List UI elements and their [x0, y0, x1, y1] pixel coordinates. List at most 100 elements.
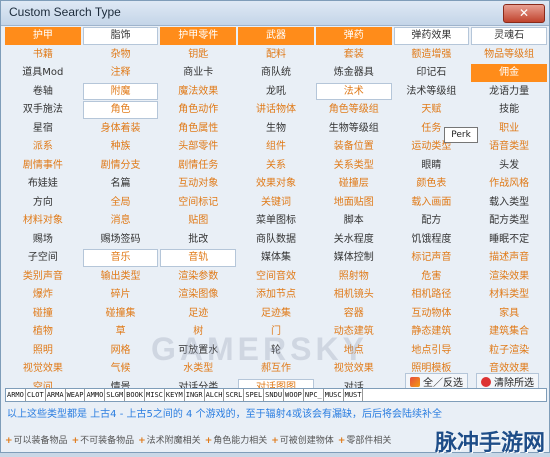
type-cell[interactable]: 标记声音 [394, 249, 470, 267]
type-cell[interactable]: 相机镜头 [316, 286, 392, 304]
type-cell[interactable]: 武器 [238, 27, 314, 45]
type-cell[interactable]: 天赋 [394, 101, 470, 119]
type-cell[interactable]: 生物 [238, 120, 314, 138]
type-cell[interactable]: 角色等级组 [316, 101, 392, 119]
type-abbreviation[interactable]: ARMA [46, 389, 66, 401]
type-cell[interactable]: 贴图 [160, 212, 236, 230]
type-cell[interactable]: 关水程度 [316, 231, 392, 249]
type-cell[interactable]: 脂饰 [82, 27, 159, 45]
type-cell[interactable]: 钥匙 [160, 46, 236, 64]
type-cell[interactable]: 双手施法 [5, 101, 81, 119]
type-cell[interactable]: 龙吼 [238, 83, 314, 101]
type-cell[interactable]: 商队统 [238, 64, 314, 82]
type-cell[interactable]: 载入画面 [394, 194, 470, 212]
type-cell[interactable]: 空间音效 [238, 268, 314, 286]
type-cell[interactable]: 组件 [238, 138, 314, 156]
type-cell[interactable]: 网格 [83, 342, 159, 360]
type-cell[interactable]: 建筑集合 [471, 323, 547, 341]
type-abbreviation[interactable]: SPEL [244, 389, 265, 401]
type-cell[interactable]: 碎片 [83, 286, 159, 304]
type-cell[interactable]: 赐场签码 [83, 231, 159, 249]
type-abbreviation[interactable]: ALCH [205, 389, 225, 401]
type-cell[interactable]: 粒子渲染 [471, 342, 547, 360]
type-cell[interactable]: 额造增强 [394, 46, 470, 64]
type-cell[interactable]: 载入类型 [471, 194, 547, 212]
type-cell[interactable]: 媒体集 [238, 249, 314, 267]
close-button[interactable]: ✕ [503, 4, 545, 23]
type-cell[interactable]: 装备位置 [316, 138, 392, 156]
type-cell[interactable]: 照明 [5, 342, 81, 360]
type-cell[interactable]: 生物等级组 [316, 120, 392, 138]
type-cell[interactable]: 脚本 [316, 212, 392, 230]
type-cell[interactable]: 附魔 [82, 82, 159, 100]
type-cell[interactable]: 商队数据 [238, 231, 314, 249]
type-cell[interactable]: 睡眠不定 [471, 231, 547, 249]
type-cell[interactable]: 渲染图像 [160, 286, 236, 304]
type-cell[interactable]: 容器 [316, 305, 392, 323]
type-cell[interactable]: 互动对象 [160, 175, 236, 193]
type-cell[interactable]: 材料类型 [471, 286, 547, 304]
type-cell[interactable]: 护甲 [5, 27, 81, 45]
type-cell[interactable]: 印记石 [394, 64, 470, 82]
type-cell[interactable]: 添加节点 [238, 286, 314, 304]
type-cell[interactable]: 职业 [471, 120, 547, 138]
type-abbreviation[interactable]: INGR [185, 389, 205, 401]
type-cell[interactable]: 材料对象 [5, 212, 81, 230]
type-cell[interactable]: 龙语力量 [471, 83, 547, 101]
type-cell[interactable]: 派系 [5, 138, 81, 156]
type-abbreviation[interactable]: ARMO [6, 389, 26, 401]
type-cell[interactable]: 物品等级组 [471, 46, 547, 64]
type-cell[interactable]: 输出类型 [83, 268, 159, 286]
type-cell[interactable]: 全局 [83, 194, 159, 212]
type-cell[interactable]: 配方 [394, 212, 470, 230]
type-cell[interactable]: 布娃娃 [5, 175, 81, 193]
type-cell[interactable]: 关系类型 [316, 157, 392, 175]
type-cell[interactable]: 道具Mod [5, 64, 81, 82]
type-abbreviation[interactable]: MUSC [324, 389, 344, 401]
type-cell[interactable]: 爆炸 [5, 286, 81, 304]
type-cell[interactable]: 批改 [160, 231, 236, 249]
type-cell[interactable]: 商业卡 [160, 64, 236, 82]
type-abbreviation[interactable]: MUST [344, 389, 364, 401]
type-cell[interactable]: 饥饿程度 [394, 231, 470, 249]
type-cell[interactable]: 静态建筑 [394, 323, 470, 341]
type-cell[interactable]: 法术 [315, 82, 392, 100]
type-cell[interactable]: 名篇 [83, 175, 159, 193]
type-cell[interactable]: 灵魂石 [471, 27, 547, 45]
type-cell[interactable]: 配方类型 [471, 212, 547, 230]
type-abbreviation[interactable]: WEAP [66, 389, 86, 401]
type-cell[interactable]: 家具 [471, 305, 547, 323]
type-cell[interactable]: 互动物体 [394, 305, 470, 323]
type-abbreviation[interactable]: AMMO [85, 389, 106, 401]
type-cell[interactable]: 颜色表 [394, 175, 470, 193]
type-cell[interactable]: 眼睛 [394, 157, 470, 175]
type-cell[interactable]: 子空间 [5, 249, 81, 267]
type-cell[interactable]: 气候 [83, 360, 159, 378]
type-cell[interactable]: 套装 [316, 46, 392, 64]
type-cell[interactable]: 类别声音 [5, 268, 81, 286]
type-cell[interactable]: 赐场 [5, 231, 81, 249]
type-abbreviation[interactable]: KEYM [165, 389, 185, 401]
type-cell[interactable]: 角色动作 [160, 101, 236, 119]
type-cell[interactable]: 碰撞层 [316, 175, 392, 193]
type-abbreviation[interactable]: NPC_ [304, 389, 324, 401]
type-cell[interactable]: 视觉效果 [5, 360, 81, 378]
type-cell[interactable]: 法术等级组 [394, 83, 470, 101]
type-abbreviation[interactable]: SNDU [264, 389, 285, 401]
type-abbreviation[interactable]: SLGM [105, 389, 126, 401]
type-cell[interactable]: 魔法效果 [160, 83, 236, 101]
type-cell[interactable]: 注释 [83, 64, 159, 82]
type-cell[interactable]: 技能 [471, 101, 547, 119]
type-cell[interactable]: 剧情事件 [5, 157, 81, 175]
type-cell[interactable]: 音乐 [82, 249, 159, 267]
type-cell[interactable]: 关键词 [238, 194, 314, 212]
type-cell[interactable]: 身体着装 [83, 120, 159, 138]
type-abbreviation[interactable]: WOOP [284, 389, 304, 401]
type-cell[interactable]: 讲话物体 [238, 101, 314, 119]
type-cell[interactable]: 书籍 [5, 46, 81, 64]
type-cell[interactable]: 种族 [83, 138, 159, 156]
type-cell[interactable]: 渲染参数 [160, 268, 236, 286]
type-cell[interactable]: 地点引导 [394, 342, 470, 360]
type-cell[interactable]: 剧情分支 [83, 157, 159, 175]
type-cell[interactable]: 星宿 [5, 120, 81, 138]
